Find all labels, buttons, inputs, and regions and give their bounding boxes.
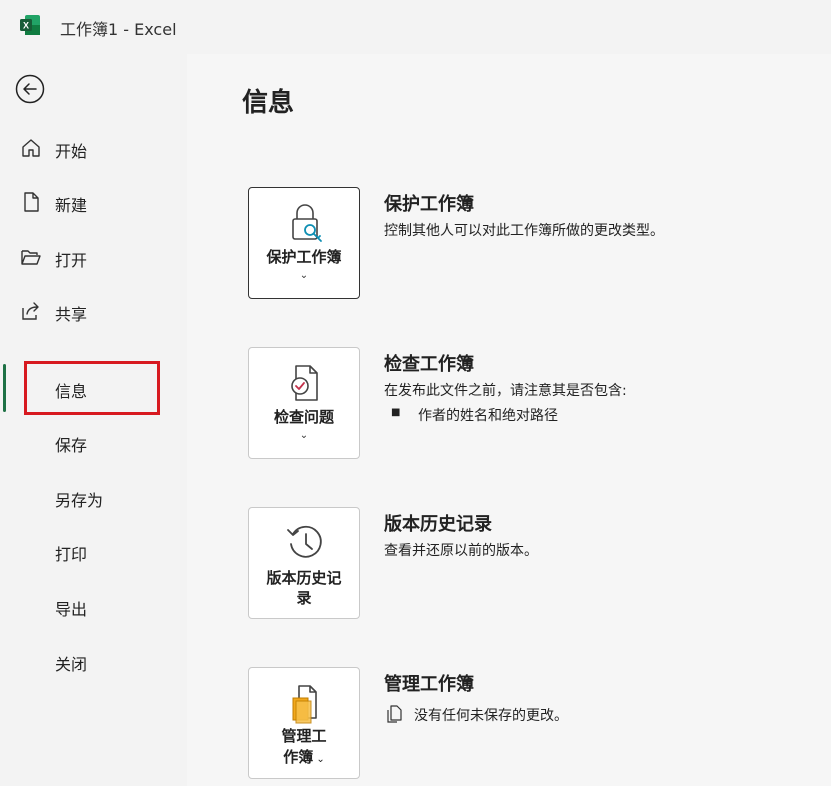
sidebar-item-label: 导出	[55, 600, 88, 619]
version-history-label-line2: 录	[296, 589, 312, 607]
chevron-down-icon: ⌄	[313, 754, 325, 765]
check-for-issues-label: 检查问题	[273, 408, 334, 426]
sidebar-item-close[interactable]: 关闭	[0, 639, 187, 683]
document-versions-icon	[387, 705, 402, 723]
protect-workbook-description: 控制其他人可以对此工作簿所做的更改类型。	[384, 223, 664, 239]
bullet-marker: ■	[391, 407, 401, 418]
version-history-button[interactable]: 版本历史记 录	[248, 507, 360, 619]
protect-workbook-label: 保护工作簿	[266, 248, 342, 266]
inspect-bullet-item: 作者的姓名和绝对路径	[418, 408, 558, 424]
sidebar-item-label: 开始	[55, 142, 88, 161]
manage-workbook-title: 管理工作簿	[384, 674, 474, 695]
new-file-icon	[24, 192, 39, 212]
sidebar-item-label: 关闭	[55, 655, 88, 674]
sidebar-item-print[interactable]: 打印	[0, 529, 187, 573]
excel-app-icon: X	[20, 15, 40, 35]
sidebar-item-new[interactable]: 新建	[0, 180, 187, 224]
sidebar-item-home[interactable]: 开始	[0, 126, 187, 170]
sidebar-item-export[interactable]: 导出	[0, 584, 187, 628]
sidebar-item-save-as[interactable]: 另存为	[0, 475, 187, 519]
version-history-title: 版本历史记录	[384, 514, 492, 535]
title-bar: X 工作簿1 - Excel	[0, 0, 831, 54]
sidebar-item-label: 共享	[55, 305, 88, 324]
manage-workbook-icon	[292, 685, 317, 724]
manage-workbook-label-line2: 作簿 ⌄	[249, 747, 359, 770]
inspect-workbook-title: 检查工作簿	[384, 354, 474, 375]
home-icon	[22, 139, 40, 157]
sidebar-item-label: 打开	[55, 251, 88, 270]
check-for-issues-button[interactable]: 检查问题 ⌄	[248, 347, 360, 459]
manage-workbook-description: 没有任何未保存的更改。	[414, 708, 568, 724]
sidebar-item-info[interactable]: 信息	[0, 366, 187, 410]
history-clock-icon	[287, 525, 322, 558]
svg-text:X: X	[23, 21, 29, 31]
sidebar-item-label: 打印	[55, 545, 88, 564]
version-history-label-line1: 版本历史记	[266, 569, 342, 587]
page-title: 信息	[242, 88, 295, 118]
protect-workbook-title: 保护工作簿	[384, 194, 474, 215]
share-icon	[22, 302, 39, 320]
sidebar-item-share[interactable]: 共享	[0, 289, 187, 333]
sidebar-item-label: 新建	[55, 196, 88, 215]
protect-workbook-button[interactable]: 保护工作簿 ⌄	[248, 187, 360, 299]
sidebar-item-save[interactable]: 保存	[0, 420, 187, 464]
window-title: 工作簿1 - Excel	[60, 20, 177, 39]
backstage-sidebar: 开始 新建 打开 共享 信息 保存 另存为 打印 导出 关闭	[0, 54, 187, 786]
inspect-workbook-description: 在发布此文件之前，请注意其是否包含:	[384, 383, 627, 399]
inspect-document-icon	[291, 365, 318, 401]
sidebar-item-label: 另存为	[55, 491, 104, 510]
manage-workbook-button[interactable]: 管理工 作簿 ⌄	[248, 667, 360, 779]
manage-workbook-label-line1: 管理工	[281, 727, 327, 745]
version-history-description: 查看并还原以前的版本。	[384, 543, 538, 559]
chevron-down-icon: ⌄	[299, 270, 309, 281]
sidebar-item-label: 保存	[55, 436, 88, 455]
back-arrow-icon[interactable]	[15, 74, 45, 104]
chevron-down-icon: ⌄	[299, 430, 309, 441]
manage-workbook-label-line2-text: 作簿	[283, 748, 314, 766]
folder-open-icon	[21, 250, 41, 265]
sidebar-item-label: 信息	[55, 382, 88, 401]
lock-key-icon	[292, 204, 322, 242]
sidebar-item-open[interactable]: 打开	[0, 235, 187, 279]
info-page: 信息 保护工作簿 ⌄ 保护工作簿 控制其他人可以对此工作簿所做的更改类型。 检查…	[187, 54, 831, 786]
